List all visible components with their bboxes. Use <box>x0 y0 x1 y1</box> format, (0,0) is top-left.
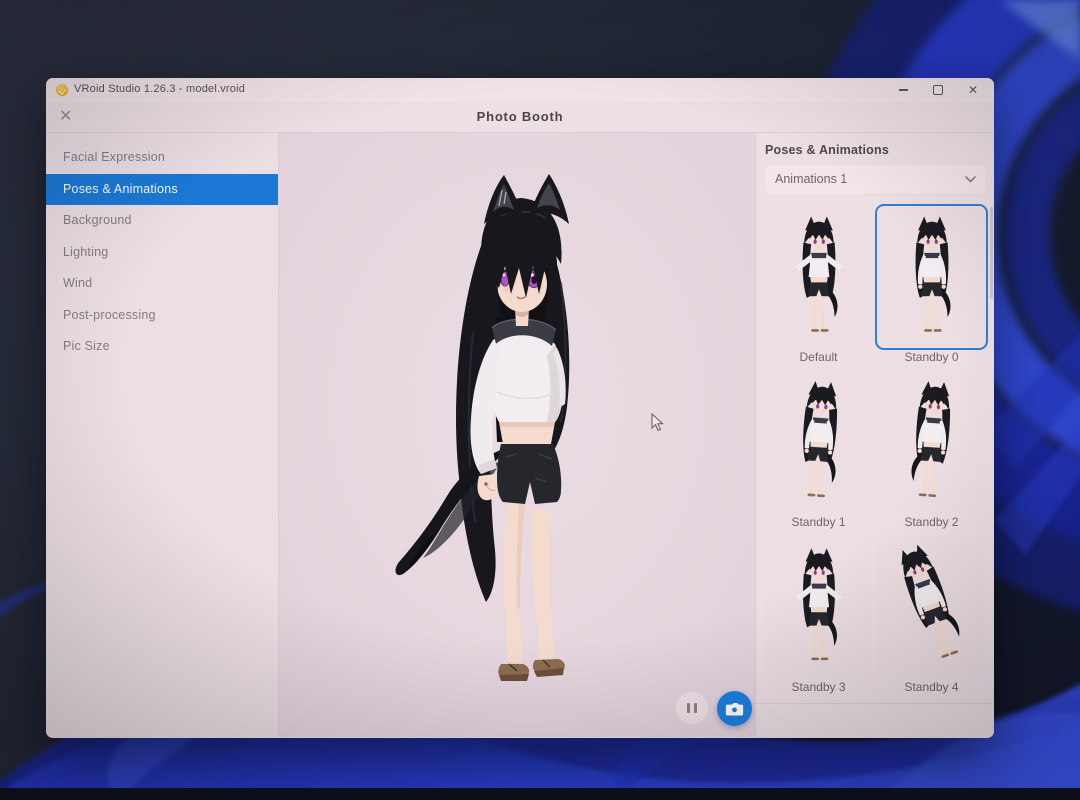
sidebar-item-wind[interactable]: Wind <box>46 268 278 300</box>
panel-divider <box>756 703 994 704</box>
pose-card-standby-0[interactable]: Standby 0 <box>878 207 985 367</box>
vroid-studio-window: VRoid Studio 1.26.3 - model.vroid ✕ ✕ Ph… <box>46 78 994 738</box>
animation-set-value: Animations 1 <box>775 172 847 186</box>
pose-card-standby-2[interactable]: Standby 2 <box>878 372 985 532</box>
pose-character-render <box>893 213 971 343</box>
sidebar-item-background[interactable]: Background <box>46 205 278 237</box>
pose-card-standby-1[interactable]: Standby 1 <box>765 372 872 532</box>
animation-set-dropdown[interactable]: Animations 1 <box>765 165 985 193</box>
pose-card-standby-4[interactable]: Standby 4 <box>878 537 985 697</box>
chevron-down-icon <box>965 176 976 183</box>
minimize-button[interactable] <box>890 78 916 102</box>
sidebar-item-pic-size[interactable]: Pic Size <box>46 331 278 363</box>
pose-label: Standby 0 <box>878 347 985 367</box>
pose-label: Standby 3 <box>765 677 872 697</box>
pose-label: Standby 4 <box>878 677 985 697</box>
pause-animation-button[interactable] <box>676 692 708 724</box>
pose-grid-scrollbar[interactable] <box>990 207 993 299</box>
pose-thumbnail[interactable] <box>765 372 872 512</box>
window-titlebar: VRoid Studio 1.26.3 - model.vroid ✕ <box>46 78 994 102</box>
pose-character-render <box>781 545 857 671</box>
pose-character-render <box>872 531 990 680</box>
photo-booth-sidebar: Facial Expression Poses & Animations Bac… <box>46 133 279 737</box>
vroid-app-icon <box>56 84 68 96</box>
character-render <box>389 172 649 702</box>
sidebar-item-poses-animations[interactable]: Poses & Animations <box>46 174 278 206</box>
maximize-button[interactable] <box>925 78 951 102</box>
pose-label: Standby 1 <box>765 512 872 532</box>
sidebar-item-post-processing[interactable]: Post-processing <box>46 300 278 332</box>
character-preview-stage[interactable] <box>279 133 755 737</box>
window-close-button[interactable]: ✕ <box>960 78 986 102</box>
poses-panel: Poses & Animations Animations 1 Default … <box>755 133 994 737</box>
photo-booth-header: ✕ Photo Booth <box>46 102 994 133</box>
pose-thumbnail[interactable] <box>765 207 872 347</box>
mouse-cursor <box>651 413 664 432</box>
pose-card-standby-3[interactable]: Standby 3 <box>765 537 872 697</box>
sidebar-item-lighting[interactable]: Lighting <box>46 237 278 269</box>
pose-character-render <box>775 375 862 510</box>
pose-label: Standby 2 <box>878 512 985 532</box>
pose-card-default[interactable]: Default <box>765 207 872 367</box>
window-title: VRoid Studio 1.26.3 - model.vroid <box>74 83 245 95</box>
pose-thumbnail[interactable] <box>878 537 985 677</box>
pose-grid: Default Standby 0 Standby 1 Standby 2 <box>765 207 985 697</box>
take-photo-button[interactable] <box>717 691 752 726</box>
pose-character-render <box>780 213 858 343</box>
pose-thumbnail[interactable] <box>878 372 985 512</box>
page-title: Photo Booth <box>46 109 994 124</box>
pose-thumbnail[interactable] <box>878 207 985 347</box>
pose-label: Default <box>765 347 872 367</box>
poses-panel-title: Poses & Animations <box>765 143 985 157</box>
sidebar-item-facial-expression[interactable]: Facial Expression <box>46 142 278 174</box>
camera-icon <box>725 701 744 717</box>
pose-character-render <box>888 375 975 510</box>
pose-thumbnail[interactable] <box>765 537 872 677</box>
